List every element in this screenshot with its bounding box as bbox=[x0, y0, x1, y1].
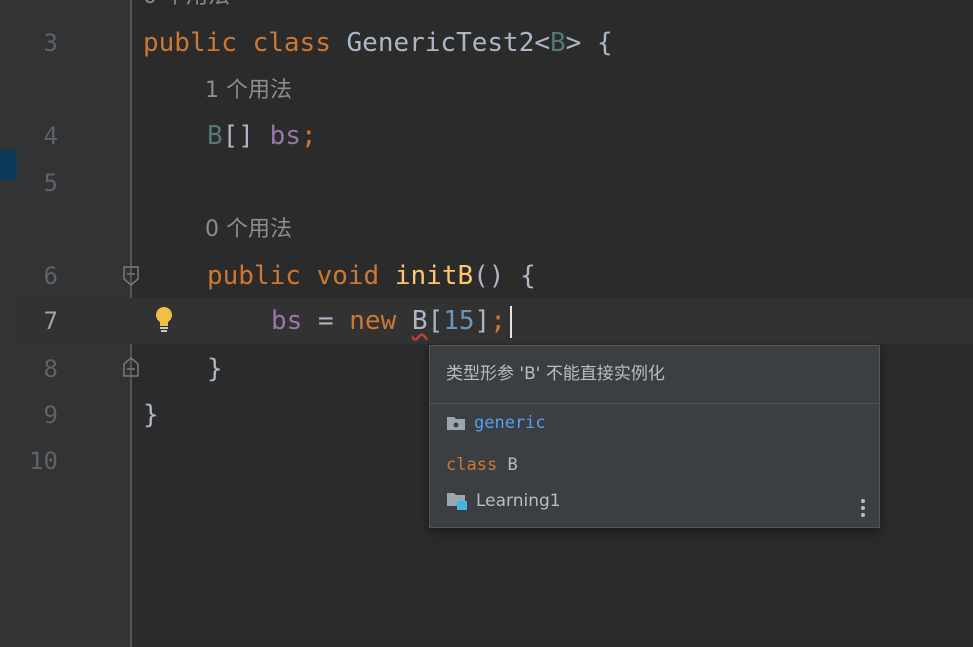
keyword: class bbox=[252, 28, 331, 58]
code-punctuation: [] bbox=[222, 121, 270, 151]
field-name: bs bbox=[271, 306, 303, 336]
number-literal: 15 bbox=[443, 306, 475, 336]
keyword: public bbox=[143, 28, 237, 58]
line-number: 6 bbox=[43, 262, 58, 290]
line-number: 4 bbox=[43, 122, 58, 150]
class-name: B bbox=[507, 455, 518, 475]
module-name: Learning1 bbox=[476, 491, 561, 511]
class-name: GenericTest2 bbox=[346, 28, 535, 58]
usage-hint-top[interactable]: 0 个用法 bbox=[143, 0, 230, 20]
line-number: 5 bbox=[43, 169, 58, 197]
semicolon: ; bbox=[300, 121, 317, 151]
left-strip-marker bbox=[0, 150, 17, 180]
code-punctuation: > { bbox=[565, 28, 613, 58]
text-caret bbox=[510, 306, 512, 338]
type-parameter: B bbox=[207, 121, 223, 151]
angle-bracket: < bbox=[534, 28, 551, 58]
class-keyword: class bbox=[446, 455, 498, 475]
code-line-4[interactable]: B[] bs; bbox=[207, 113, 317, 159]
more-options-icon[interactable] bbox=[859, 497, 867, 519]
class-row: class B bbox=[446, 450, 518, 480]
keyword: void bbox=[316, 261, 380, 291]
fold-collapse-icon[interactable] bbox=[122, 265, 140, 287]
line-number: 8 bbox=[43, 355, 58, 383]
error-type-reference[interactable]: B bbox=[412, 306, 428, 336]
module-folder-icon bbox=[447, 493, 467, 510]
code-punctuation: [ bbox=[427, 306, 444, 336]
usage-hint-method[interactable]: 0 个用法 bbox=[205, 207, 292, 253]
left-tool-strip bbox=[0, 0, 17, 647]
package-row[interactable]: generic bbox=[446, 408, 546, 438]
package-folder-icon bbox=[447, 417, 465, 430]
code-line-6[interactable]: public void initB() { bbox=[207, 253, 536, 299]
line-number-current: 7 bbox=[43, 307, 58, 335]
module-row[interactable]: Learning1 bbox=[446, 486, 561, 516]
line-number: 9 bbox=[43, 401, 58, 429]
code-punctuation: () { bbox=[473, 261, 536, 291]
type-parameter: B bbox=[550, 28, 566, 58]
field-name: bs bbox=[269, 121, 301, 151]
code-operator: = bbox=[302, 306, 350, 336]
code-line-3[interactable]: public class GenericTest2<B> { bbox=[143, 20, 613, 66]
error-tooltip-popup[interactable]: 类型形参 'B' 不能直接实例化 generic class B Learnin… bbox=[429, 345, 880, 528]
fold-end-icon[interactable] bbox=[122, 356, 140, 378]
code-line-9[interactable]: } bbox=[143, 392, 159, 438]
usage-hint-field[interactable]: 1 个用法 bbox=[205, 68, 292, 114]
error-message: 类型形参 'B' 不能直接实例化 bbox=[430, 346, 879, 404]
code-line-8[interactable]: } bbox=[207, 346, 223, 392]
code-punctuation: ] bbox=[474, 306, 491, 336]
keyword: public bbox=[207, 261, 301, 291]
keyword: new bbox=[349, 306, 397, 336]
code-line-7[interactable]: bs = new B[15]; bbox=[271, 298, 506, 344]
line-number: 3 bbox=[43, 29, 58, 57]
semicolon: ; bbox=[490, 306, 506, 336]
line-number: 10 bbox=[29, 447, 58, 475]
package-link[interactable]: generic bbox=[474, 413, 546, 433]
lightbulb-icon[interactable] bbox=[152, 304, 176, 334]
method-name: initB bbox=[394, 261, 474, 291]
